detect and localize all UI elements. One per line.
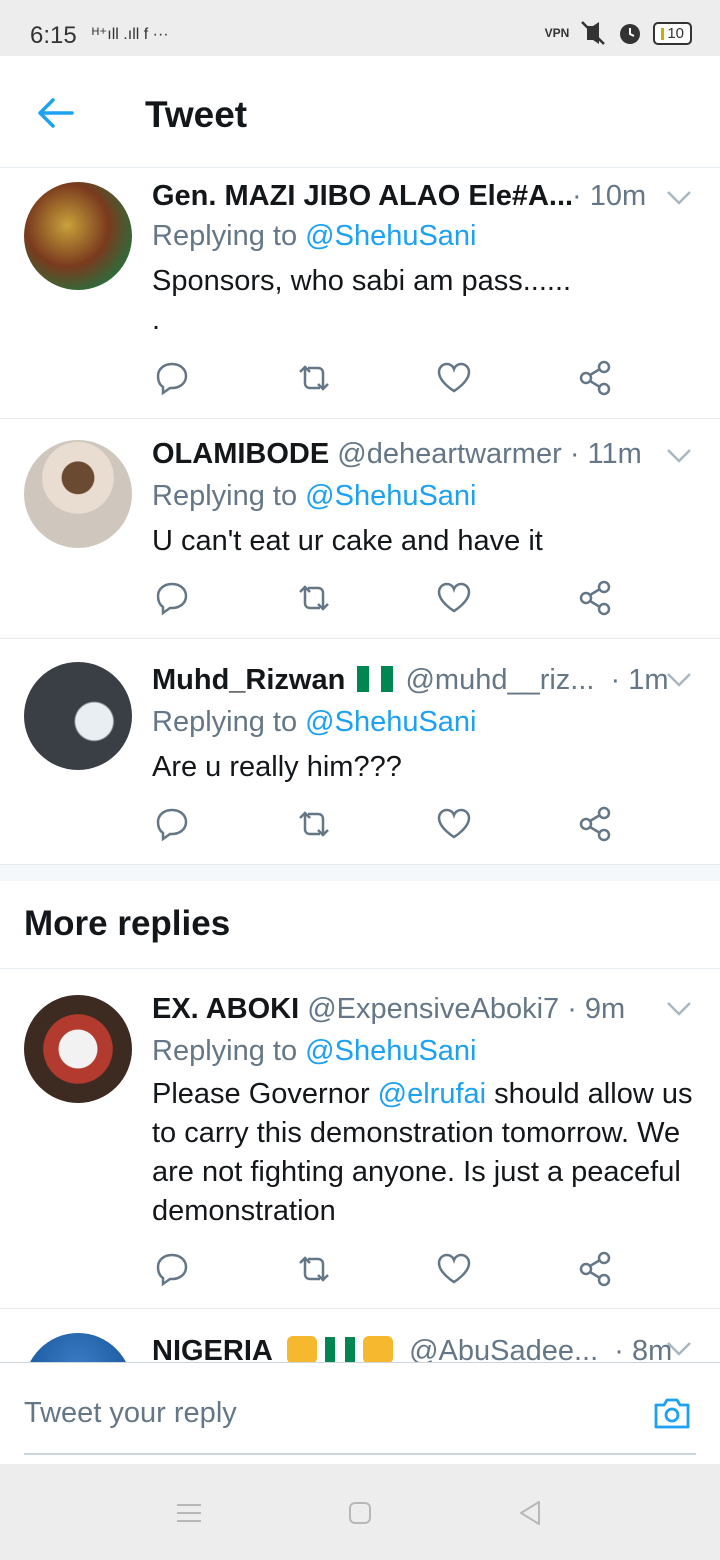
- tweet-text: U can't eat ur cake and have it: [152, 525, 543, 557]
- chevron-down-icon[interactable]: [666, 672, 692, 688]
- author-name[interactable]: NIGERIA: [152, 1335, 273, 1362]
- share-icon[interactable]: [576, 578, 616, 618]
- status-bar: 6:15 ᴴ⁺ıll .ıll f ··· VPN 10: [0, 0, 720, 56]
- signal-icons: ᴴ⁺ıll .ıll f ···: [92, 26, 169, 43]
- tweet-time: · 8m: [614, 1335, 673, 1362]
- tweet-text: Are u really him???: [152, 751, 402, 783]
- alarm-icon: [620, 24, 641, 44]
- tweet-item[interactable]: Muhd_Rizwan @muhd__riz... · 1m Replying …: [0, 638, 720, 864]
- avatar[interactable]: [24, 182, 132, 290]
- replying-to: Replying to @ShehuSani: [152, 480, 477, 512]
- tweet-text: Sponsors, who sabi am pass...... .: [152, 265, 572, 336]
- reply-icon[interactable]: [152, 578, 192, 618]
- page-title: Tweet: [145, 94, 248, 135]
- app-header: Tweet: [0, 56, 720, 168]
- author-name[interactable]: EX. ABOKI: [152, 993, 299, 1025]
- reply-icon[interactable]: [152, 804, 192, 844]
- vpn-icon: VPN: [544, 26, 570, 40]
- back-arrow-icon[interactable]: [34, 92, 76, 134]
- avatar[interactable]: [24, 1333, 132, 1362]
- back-icon[interactable]: [515, 1498, 545, 1528]
- section-divider: [0, 864, 720, 881]
- like-icon[interactable]: [434, 1249, 474, 1289]
- nigeria-flag-icon: [324, 1337, 355, 1362]
- status-time: 6:15: [30, 22, 77, 49]
- reply-icon[interactable]: [152, 358, 192, 398]
- tweet-time: · 1m: [610, 664, 669, 696]
- mention-link[interactable]: @ShehuSani: [305, 480, 476, 512]
- replying-to: Replying to @ShehuSani: [152, 220, 477, 252]
- tweet-time: · 10m: [572, 180, 647, 212]
- tweet-item[interactable]: OLAMIBODE @deheartwarmer · 11m Replying …: [0, 418, 720, 639]
- battery-icon: 10: [653, 21, 692, 45]
- mute-icon: [581, 21, 606, 45]
- camera-icon[interactable]: [652, 1393, 692, 1433]
- reply-composer: Tweet your reply: [0, 1362, 720, 1463]
- reply-icon[interactable]: [152, 1249, 192, 1289]
- tweet-time: · 11m: [569, 438, 642, 470]
- tweet-item[interactable]: Gen. MAZI JIBO ALAO Ele#A... · 10m Reply…: [0, 168, 720, 419]
- retweet-icon[interactable]: [294, 358, 334, 398]
- author-name[interactable]: OLAMIBODE: [152, 438, 329, 470]
- tweet-actions: [152, 804, 622, 844]
- mention-link[interactable]: @elrufai: [378, 1078, 486, 1110]
- home-icon[interactable]: [345, 1498, 375, 1528]
- author-handle[interactable]: @muhd__riz...: [405, 664, 594, 696]
- replying-to: Replying to @ShehuSani: [152, 706, 477, 738]
- chevron-down-icon[interactable]: [666, 448, 692, 464]
- like-icon[interactable]: [434, 804, 474, 844]
- author-handle[interactable]: @AbuSadee...: [409, 1335, 598, 1362]
- share-icon[interactable]: [576, 804, 616, 844]
- tweet-actions: [152, 358, 622, 398]
- retweet-icon[interactable]: [294, 804, 334, 844]
- input-underline: [24, 1453, 696, 1455]
- menu-icon[interactable]: [174, 1498, 204, 1528]
- retweet-icon[interactable]: [294, 578, 334, 618]
- chevron-down-icon[interactable]: [666, 1001, 692, 1017]
- mention-link[interactable]: @ShehuSani: [305, 220, 476, 252]
- reply-input[interactable]: Tweet your reply: [24, 1397, 237, 1430]
- like-icon[interactable]: [434, 358, 474, 398]
- retweet-icon[interactable]: [294, 1249, 334, 1289]
- share-icon[interactable]: [576, 1249, 616, 1289]
- fist-emoji-icon: [363, 1336, 394, 1362]
- tweet-actions: [152, 1249, 622, 1289]
- avatar[interactable]: [24, 662, 132, 770]
- fist-emoji-icon: [286, 1336, 317, 1362]
- tweet-item[interactable]: NIGERIA @AbuSadee... · 8m: [0, 1309, 720, 1362]
- tweet-actions: [152, 578, 622, 618]
- mention-link[interactable]: @ShehuSani: [305, 1035, 476, 1067]
- author-handle[interactable]: @deheartwarmer: [337, 438, 561, 470]
- like-icon[interactable]: [434, 578, 474, 618]
- more-replies-heading: More replies: [24, 904, 231, 943]
- mention-link[interactable]: @ShehuSani: [305, 706, 476, 738]
- system-nav-bar: [0, 1464, 720, 1560]
- chevron-down-icon[interactable]: [666, 1341, 692, 1357]
- nigeria-flag-icon: [357, 666, 394, 692]
- share-icon[interactable]: [576, 358, 616, 398]
- author-handle[interactable]: @ExpensiveAboki7: [307, 993, 559, 1025]
- tweet-text: Please Governor @elrufai should allow us…: [152, 1078, 693, 1227]
- avatar[interactable]: [24, 995, 132, 1103]
- tweet-time: · 9m: [567, 993, 626, 1025]
- avatar[interactable]: [24, 440, 132, 548]
- chevron-down-icon[interactable]: [666, 190, 692, 206]
- author-name[interactable]: Muhd_Rizwan: [152, 664, 345, 696]
- replying-to: Replying to @ShehuSani: [152, 1035, 477, 1067]
- tweet-item[interactable]: EX. ABOKI @ExpensiveAboki7 · 9m Replying…: [0, 969, 720, 1309]
- status-right-icons: VPN 10: [545, 20, 692, 46]
- author-name[interactable]: Gen. MAZI JIBO ALAO Ele#A...: [152, 180, 573, 212]
